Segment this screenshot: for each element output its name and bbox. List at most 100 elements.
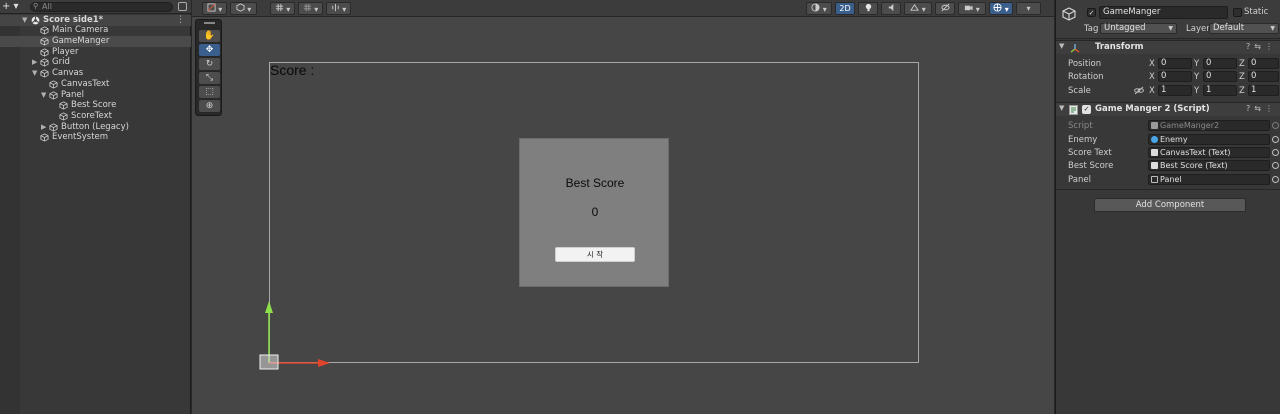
align-icon xyxy=(332,3,339,12)
increment-snap-button[interactable]: ▾ xyxy=(298,2,323,15)
best-score-reference-field[interactable]: Best Score (Text) xyxy=(1148,160,1270,171)
hierarchy-item-best-score[interactable]: Best Score xyxy=(0,100,191,111)
fold-arrow-icon[interactable]: ▼ xyxy=(1059,104,1064,112)
shading-mode-button[interactable]: ▾ xyxy=(806,2,832,15)
hierarchy-item-canvas[interactable]: ▼ Canvas xyxy=(0,68,191,79)
rotate-tool-button[interactable]: ↻ xyxy=(199,58,220,70)
component-menu-icons[interactable]: ?⇆⋮ xyxy=(1246,42,1277,51)
draw-mode-button[interactable]: ▾ xyxy=(202,2,227,15)
y-axis-arrow-icon[interactable] xyxy=(265,301,273,313)
add-component-button[interactable]: Add Component xyxy=(1094,198,1246,212)
enemy-reference-field[interactable]: Enemy xyxy=(1148,134,1270,145)
expand-arrow-icon[interactable]: ▶ xyxy=(32,57,37,68)
text-component-icon xyxy=(1151,149,1158,156)
axis-y-label: Y xyxy=(1194,86,1200,96)
component-divider xyxy=(1056,189,1280,190)
object-picker-icon[interactable] xyxy=(1272,162,1279,169)
align-button[interactable]: ▾ xyxy=(326,2,351,15)
fold-arrow-icon[interactable]: ▼ xyxy=(1059,42,1064,50)
component-enabled-checkbox[interactable]: ✓ xyxy=(1082,105,1091,114)
axis-x-label: X xyxy=(1149,72,1155,82)
best-score-label: Best Score xyxy=(565,176,625,190)
static-checkbox[interactable] xyxy=(1233,8,1242,17)
gizmos-button[interactable]: ▾ xyxy=(989,2,1013,15)
scale-tool-button[interactable]: ⤡ xyxy=(199,72,220,84)
hierarchy-item-main-camera[interactable]: Main Camera xyxy=(0,25,191,36)
hierarchy-item-grid[interactable]: ▶ Grid xyxy=(0,57,191,68)
scale-y-field[interactable]: 1 xyxy=(1203,85,1237,96)
add-object-button[interactable]: + ▾ xyxy=(2,1,22,13)
hierarchy-search-input[interactable]: ⚲ All xyxy=(30,2,173,12)
transform-title: Transform xyxy=(1095,42,1144,52)
hierarchy-item-scoretext[interactable]: ScoreText xyxy=(0,111,191,122)
script-component-header[interactable]: ▼ ✓ Game Manger 2 (Script) ?⇆⋮ xyxy=(1056,102,1280,116)
scale-x-field[interactable]: 1 xyxy=(1158,85,1192,96)
position-y-field[interactable]: 0 xyxy=(1203,58,1237,69)
rotation-y-field[interactable]: 0 xyxy=(1203,71,1237,82)
object-picker-icon[interactable] xyxy=(1272,176,1279,183)
panel-reference-field[interactable]: Panel xyxy=(1148,174,1270,185)
object-name-input[interactable]: GameManger xyxy=(1099,6,1228,19)
hierarchy-item-label: Main Camera xyxy=(52,25,109,35)
planar-handle[interactable] xyxy=(259,354,279,370)
game-over-panel[interactable]: Best Score 0 시 작 xyxy=(519,138,669,287)
palette-drag-handle[interactable] xyxy=(204,22,215,24)
tag-dropdown[interactable]: Untagged ▼ xyxy=(1100,23,1177,34)
search-options-icon[interactable] xyxy=(178,2,187,11)
scale-z-field[interactable]: 1 xyxy=(1248,85,1279,96)
best-score-reference-value: Best Score (Text) xyxy=(1160,161,1228,170)
start-button[interactable]: 시 작 xyxy=(555,247,635,262)
component-menu-icons[interactable]: ?⇆⋮ xyxy=(1246,104,1277,113)
hidden-objects-button[interactable] xyxy=(935,2,955,15)
gameobject-icon xyxy=(40,58,49,67)
hierarchy-toolbar: + ▾ ⚲ All xyxy=(0,0,191,14)
cube-icon xyxy=(236,3,245,12)
rotation-z-field[interactable]: 0 xyxy=(1248,71,1279,82)
tool-palette: ✋ ✥ ↻ ⤡ ⬚ ⊕ xyxy=(195,19,222,116)
hierarchy-item-canvastext[interactable]: CanvasText xyxy=(0,79,191,90)
object-picker-icon[interactable] xyxy=(1272,136,1279,143)
eye-slash-icon xyxy=(940,3,950,12)
hand-tool-button[interactable]: ✋ xyxy=(199,30,220,42)
camera-icon xyxy=(965,5,973,11)
toggle-2d-button[interactable]: 2D xyxy=(835,2,855,15)
gizmos-dropdown-button[interactable]: ▾ xyxy=(1016,2,1041,15)
hierarchy-panel: + ▾ ⚲ All ▼ Score side1* ⋮ Main Camera G… xyxy=(0,0,191,414)
lighting-toggle-button[interactable] xyxy=(858,2,878,15)
grid-snap-button[interactable]: ▾ xyxy=(270,2,295,15)
active-checkbox[interactable]: ✓ xyxy=(1087,8,1096,17)
rect-tool-button[interactable]: ⬚ xyxy=(199,86,220,98)
scale-label: Scale xyxy=(1068,86,1091,96)
audio-toggle-button[interactable] xyxy=(881,2,901,15)
hierarchy-item-gamemanger[interactable]: GameManger xyxy=(0,36,191,47)
gameobject-icon xyxy=(40,37,49,46)
unity-scene-icon xyxy=(31,16,40,25)
move-tool-button[interactable]: ✥ xyxy=(199,44,220,56)
transform-tool-button[interactable]: ⊕ xyxy=(199,100,220,112)
position-z-field[interactable]: 0 xyxy=(1248,58,1279,69)
hierarchy-item-label: Canvas xyxy=(52,68,84,78)
score-text-reference-field[interactable]: CanvasText (Text) xyxy=(1148,147,1270,158)
move-gizmo[interactable] xyxy=(256,297,336,377)
layer-dropdown[interactable]: Default ▼ xyxy=(1209,23,1279,34)
csharp-script-icon xyxy=(1069,105,1078,115)
chevron-down-icon: ▼ xyxy=(1270,25,1275,32)
render-mode-button[interactable]: ▾ xyxy=(230,2,257,15)
camera-settings-button[interactable]: ▾ xyxy=(958,2,986,15)
hierarchy-item-eventsystem[interactable]: EventSystem xyxy=(0,132,191,143)
script-file-icon xyxy=(1151,122,1158,129)
constrain-proportions-icon[interactable] xyxy=(1134,86,1144,95)
fold-arrow-icon[interactable]: ▼ xyxy=(32,68,37,79)
rotation-x-field[interactable]: 0 xyxy=(1158,71,1192,82)
position-x-field[interactable]: 0 xyxy=(1158,58,1192,69)
axis-z-label: Z xyxy=(1239,86,1245,96)
effects-button[interactable]: ▾ xyxy=(904,2,932,15)
score-text[interactable]: Score : xyxy=(270,62,314,78)
transform-component-header[interactable]: ▼ Transform ?⇆⋮ xyxy=(1056,40,1280,54)
x-axis-arrow-icon[interactable] xyxy=(318,359,330,367)
scene-view[interactable]: ▾ ▾ ▾ ▾ ▾ ▾ 2D ▾ ▾ ▾ ▾ ✋ ✥ ↻ ⤡ ⬚ ⊕ Score… xyxy=(192,0,1054,414)
tag-label: Tag xyxy=(1084,24,1099,34)
axis-z-label: Z xyxy=(1239,72,1245,82)
object-picker-icon[interactable] xyxy=(1272,149,1279,156)
effects-icon xyxy=(910,3,920,11)
